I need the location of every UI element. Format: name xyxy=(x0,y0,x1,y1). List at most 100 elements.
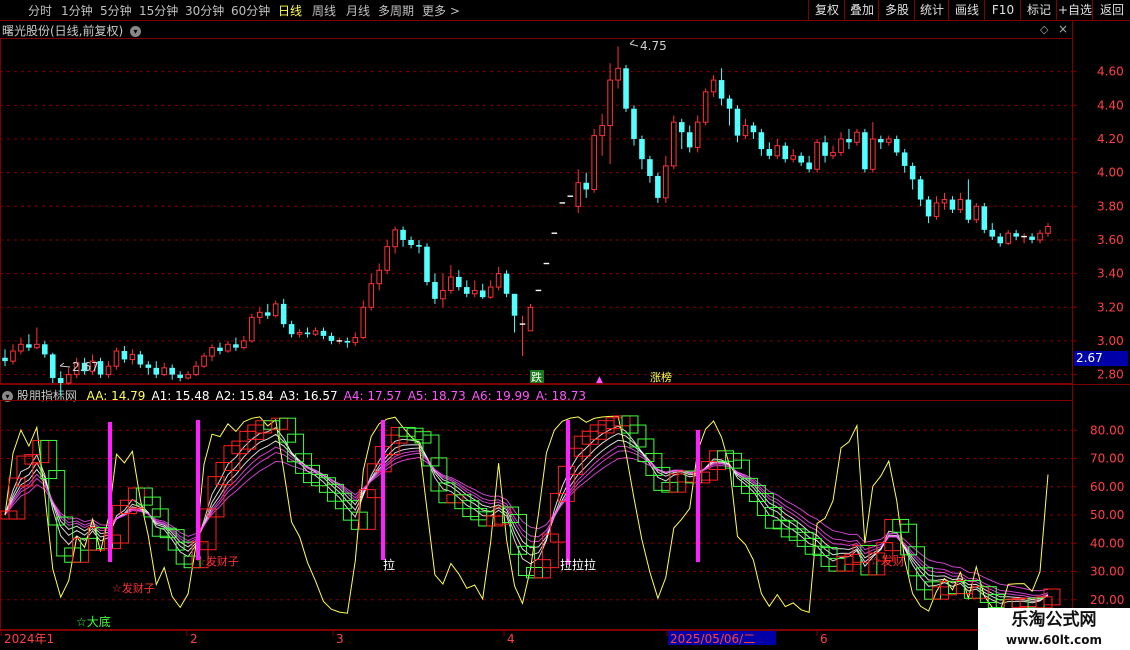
candle xyxy=(631,105,637,146)
candle xyxy=(432,273,438,304)
candle xyxy=(798,152,804,166)
candle-body xyxy=(34,343,40,349)
candle-body xyxy=(822,142,828,156)
indicator-tick-label: 80.00 xyxy=(1090,423,1124,437)
candle-body xyxy=(456,276,462,288)
candle-body xyxy=(997,236,1004,244)
candle-body xyxy=(878,138,884,143)
candle-body xyxy=(57,377,64,383)
signal-facaizi-1: ☆发财子 xyxy=(112,581,155,595)
price-tick-label: 2.80 xyxy=(1097,368,1124,382)
candle-body xyxy=(583,182,590,190)
candle xyxy=(368,273,375,311)
chart-canvas[interactable]: 4.60 4.40 4.20 4.00 3.80 3.60 3.40 3.20 3.00 2.80… xyxy=(0,0,1130,650)
candle xyxy=(901,149,908,173)
candle-body xyxy=(312,330,319,335)
candle xyxy=(105,361,112,378)
candle xyxy=(973,202,980,224)
candle-body xyxy=(169,367,175,375)
candle xyxy=(408,236,414,249)
candle-body xyxy=(408,239,414,245)
price-tick-label: 3.20 xyxy=(1097,300,1124,314)
timeline-label-0: 2024年1 xyxy=(4,632,54,646)
candle xyxy=(233,337,239,352)
candle-body xyxy=(201,355,207,367)
candle xyxy=(201,352,207,368)
candle xyxy=(193,361,199,377)
candle-body xyxy=(527,306,534,332)
candle-body xyxy=(933,202,940,217)
candle-body xyxy=(511,293,518,316)
candle-body xyxy=(432,282,438,299)
candle-body xyxy=(639,138,645,160)
candle xyxy=(384,239,390,274)
candle xyxy=(591,128,597,193)
candle xyxy=(718,68,725,106)
candle xyxy=(782,142,789,163)
price-tick-label: 3.40 xyxy=(1097,267,1124,281)
candle-body xyxy=(471,289,478,295)
high-price-label: 4.75 xyxy=(640,39,667,53)
candle-body xyxy=(280,303,287,325)
candle-body xyxy=(663,165,669,199)
candle xyxy=(989,223,996,240)
candle xyxy=(1005,229,1011,245)
candle-body xyxy=(328,335,335,341)
candle-body xyxy=(1013,233,1019,237)
candle xyxy=(304,327,311,338)
candle-body xyxy=(575,182,582,207)
signal-facai: ☆发财 xyxy=(870,553,905,568)
candle xyxy=(663,155,669,203)
low-price-label: 2.67 xyxy=(72,360,99,374)
candle-body xyxy=(376,269,382,285)
candle xyxy=(846,128,852,150)
candle-body xyxy=(647,159,653,176)
candle-body xyxy=(392,229,398,248)
candle-body xyxy=(26,344,32,348)
candle-body xyxy=(217,347,223,352)
candle xyxy=(344,337,351,348)
die-marker: 跌 xyxy=(531,370,542,384)
candle xyxy=(1045,223,1051,237)
candle-body xyxy=(870,138,876,170)
candle xyxy=(957,192,964,214)
price-tick-label: 4.60 xyxy=(1097,65,1124,79)
candle-body xyxy=(448,276,454,291)
signal-bar-3 xyxy=(566,420,570,565)
candle-body xyxy=(671,121,677,167)
candle-body xyxy=(129,353,136,360)
candle-body xyxy=(384,246,390,271)
watermark-url: www.60lt.com xyxy=(978,632,1130,650)
candle-body xyxy=(177,374,183,378)
candle-body xyxy=(1005,232,1011,244)
candle-body xyxy=(965,199,972,220)
candle-body xyxy=(10,350,16,362)
candle xyxy=(1013,229,1019,240)
candle xyxy=(790,149,797,163)
candle-body xyxy=(296,332,303,335)
candle-body xyxy=(233,344,239,348)
candle-body xyxy=(193,365,199,376)
main-frame xyxy=(0,38,1073,384)
candle xyxy=(519,315,526,357)
price-tick-label: 3.00 xyxy=(1097,334,1124,348)
candle-body xyxy=(249,316,255,342)
candle xyxy=(647,155,653,183)
indicator-tick-label: 20.00 xyxy=(1090,593,1124,607)
low-arrow-icon xyxy=(59,362,71,368)
candle xyxy=(42,340,48,358)
candle xyxy=(121,345,128,363)
candle-body xyxy=(185,374,191,379)
candle xyxy=(830,145,836,160)
candle-body xyxy=(424,246,430,283)
candle xyxy=(65,367,72,385)
candle xyxy=(137,351,144,368)
candle xyxy=(726,95,733,126)
candle xyxy=(599,113,605,156)
candle-body xyxy=(734,108,741,136)
candle xyxy=(806,155,812,173)
candle xyxy=(758,128,765,156)
candle-body xyxy=(121,351,128,360)
up-triangle-icon: ▲ xyxy=(596,375,603,385)
candle-body xyxy=(2,357,8,362)
